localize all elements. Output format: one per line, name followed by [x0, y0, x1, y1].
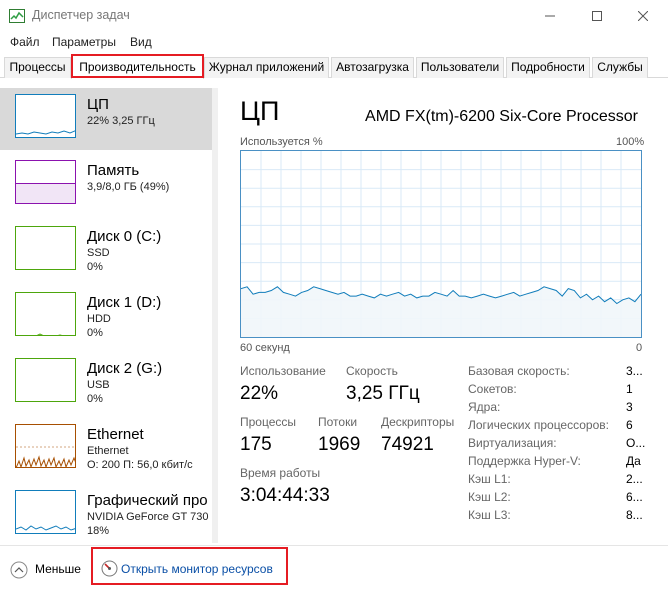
disk0-thumbnail-graph	[15, 226, 76, 270]
close-button[interactable]	[620, 0, 666, 32]
footer: Меньше Открыть монитор ресурсов	[0, 545, 668, 592]
open-resource-monitor-link[interactable]: Открыть монитор ресурсов	[121, 562, 273, 576]
l3-cache-value: 8...	[626, 508, 643, 522]
sidebar-item-disk1[interactable]: Диск 1 (D:) HDD 0%	[0, 286, 212, 348]
graph-x-end: 0	[636, 342, 643, 354]
sidebar-item-subtitle: USB	[87, 379, 110, 391]
sidebar-item-subtitle: NVIDIA GeForce GT 730	[87, 511, 209, 523]
processes-label: Процессы	[240, 415, 297, 429]
tab-services[interactable]: Службы	[592, 57, 648, 78]
resource-monitor-icon[interactable]	[101, 560, 118, 577]
sidebar-item-memory[interactable]: Память 3,9/8,0 ГБ (49%)	[0, 154, 212, 216]
usage-label: Использование	[240, 364, 326, 378]
base-speed-label: Базовая скорость:	[468, 364, 570, 378]
resource-list: ЦП 22% 3,25 ГГц Память 3,9/8,0 ГБ (49%) …	[0, 88, 212, 543]
task-manager-icon	[9, 9, 25, 23]
handles-label: Дескрипторы	[381, 415, 455, 429]
menu-file[interactable]: Файл	[10, 35, 40, 49]
hyperv-value: Да	[626, 454, 641, 468]
sidebar-scrollbar[interactable]	[212, 88, 218, 543]
tab-details[interactable]: Подробности	[506, 57, 590, 78]
sidebar-item-subtitle: 3,9/8,0 ГБ (49%)	[87, 181, 170, 193]
window-title: Диспетчер задач	[32, 8, 130, 22]
minimize-button[interactable]	[527, 0, 573, 32]
sidebar-item-title: Память	[87, 162, 140, 179]
menu-view[interactable]: Вид	[130, 35, 152, 49]
sidebar-item-value: 0%	[87, 327, 103, 339]
sidebar-item-title: Диск 2 (G:)	[87, 360, 163, 377]
disk2-thumbnail-graph	[15, 358, 76, 402]
base-speed-value: 3...	[626, 364, 643, 378]
speed-value: 3,25 ГГц	[346, 383, 420, 404]
usage-value: 22%	[240, 383, 279, 404]
sidebar-item-title: Диск 0 (C:)	[87, 228, 162, 245]
graph-y-max: 100%	[616, 136, 645, 148]
fewer-details-button[interactable]: Меньше	[35, 562, 81, 576]
cores-value: 3	[626, 400, 633, 414]
uptime-label: Время работы	[240, 466, 321, 480]
tab-app-history[interactable]: Журнал приложений	[204, 57, 329, 78]
sockets-label: Сокетов:	[468, 382, 517, 396]
ethernet-thumbnail-graph	[15, 424, 76, 468]
cpu-thumbnail-graph	[15, 94, 76, 138]
menu-bar: Файл Параметры Вид	[0, 33, 668, 53]
virtualization-label: Виртуализация:	[468, 436, 557, 450]
menu-options[interactable]: Параметры	[52, 35, 116, 49]
speed-label: Скорость	[346, 364, 398, 378]
logical-processors-value: 6	[626, 418, 633, 432]
page-title: ЦП	[240, 96, 280, 126]
threads-label: Потоки	[318, 415, 358, 429]
cpu-usage-plot	[240, 151, 642, 337]
chevron-up-icon[interactable]	[10, 561, 28, 579]
l1-cache-value: 2...	[626, 472, 643, 486]
sidebar-item-subtitle: 22% 3,25 ГГц	[87, 115, 155, 127]
sidebar-item-value: О: 200 П: 56,0 кбит/с	[87, 459, 193, 471]
sidebar-item-value: 18%	[87, 525, 110, 537]
sidebar-item-ethernet[interactable]: Ethernet Ethernet О: 200 П: 56,0 кбит/с	[0, 418, 212, 480]
memory-thumbnail-graph	[15, 160, 76, 204]
maximize-button[interactable]	[574, 0, 620, 32]
sidebar-item-value: 0%	[87, 261, 103, 273]
graph-y-label: Используется %	[240, 136, 323, 148]
l2-cache-label: Кэш L2:	[468, 490, 511, 504]
logical-processors-label: Логических процессоров:	[468, 418, 609, 432]
tab-users[interactable]: Пользователи	[416, 57, 504, 78]
tab-performance[interactable]: Производительность	[71, 55, 204, 79]
disk1-thumbnail-graph	[15, 292, 76, 336]
sidebar-item-title: Ethernet	[87, 426, 144, 443]
sidebar-item-subtitle: HDD	[87, 313, 111, 325]
sidebar-item-subtitle: Ethernet	[87, 445, 129, 457]
sidebar-item-cpu[interactable]: ЦП 22% 3,25 ГГц	[0, 88, 212, 150]
sidebar-item-title: ЦП	[87, 96, 109, 113]
sidebar-item-value: 0%	[87, 393, 103, 405]
gpu-thumbnail-graph	[15, 490, 76, 534]
threads-value: 1969	[318, 434, 361, 455]
l2-cache-value: 6...	[626, 490, 643, 504]
sidebar-item-disk2[interactable]: Диск 2 (G:) USB 0%	[0, 352, 212, 414]
uptime-value: 3:04:44:33	[240, 485, 330, 506]
sidebar-item-title: Графический про	[87, 492, 208, 509]
virtualization-value: О...	[626, 436, 646, 450]
handles-value: 74921	[381, 434, 434, 455]
tab-startup[interactable]: Автозагрузка	[331, 57, 414, 78]
tab-strip: Процессы Производительность Журнал прило…	[0, 55, 668, 79]
tab-processes[interactable]: Процессы	[4, 57, 71, 78]
sidebar-item-disk0[interactable]: Диск 0 (C:) SSD 0%	[0, 220, 212, 282]
cpu-usage-graph	[240, 150, 642, 338]
cores-label: Ядра:	[468, 400, 501, 414]
sockets-value: 1	[626, 382, 633, 396]
l1-cache-label: Кэш L1:	[468, 472, 511, 486]
sidebar-item-gpu[interactable]: Графический про NVIDIA GeForce GT 730 18…	[0, 484, 212, 546]
l3-cache-label: Кэш L3:	[468, 508, 511, 522]
sidebar-item-subtitle: SSD	[87, 247, 110, 259]
processor-name: AMD FX(tm)-6200 Six-Core Processor	[365, 108, 638, 125]
sidebar-item-title: Диск 1 (D:)	[87, 294, 162, 311]
processes-value: 175	[240, 434, 272, 455]
hyperv-label: Поддержка Hyper-V:	[468, 454, 581, 468]
title-bar: Диспетчер задач	[0, 0, 668, 32]
graph-x-label: 60 секунд	[240, 342, 290, 354]
